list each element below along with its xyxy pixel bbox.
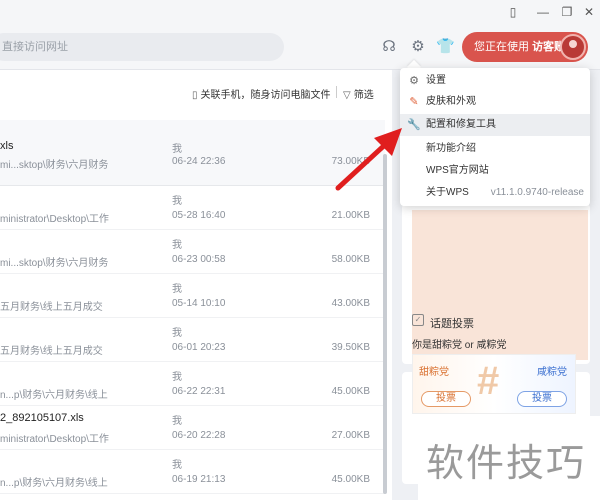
file-size: 21.00KB (331, 210, 370, 221)
menu-item-label: 关于WPS (426, 187, 469, 198)
sweet-label: 甜粽党 (419, 367, 449, 378)
settings-dropdown-menu: ⚙ 设置 ✎ 皮肤和外观 🔧 配置和修复工具 新功能介绍 WPS官方网站 关于W… (400, 68, 590, 206)
table-row[interactable]: ministrator\Desktop\工作 我 05-28 16:40 21.… (0, 186, 385, 230)
table-row[interactable]: 五月财务\线上五月成交 我 06-01 20:23 39.50KB (0, 318, 385, 362)
file-list: xls mi...sktop\财务\六月财务 我 06-24 22:36 73.… (0, 120, 385, 494)
file-path: ministrator\Desktop\工作 (0, 434, 109, 445)
user-account-button[interactable]: 您正在使用 访客账号 (462, 32, 588, 62)
file-size: 43.00KB (331, 298, 370, 309)
version-text: v11.1.0.9740-release (490, 187, 584, 198)
file-path: mi...sktop\财务\六月财务 (0, 258, 109, 269)
list-toolbar: ▯ 关联手机，随身访问电脑文件 ▽ 筛选 (0, 70, 392, 114)
restore-icon[interactable]: ❐ (558, 3, 576, 21)
file-time: 06-24 22:36 (172, 156, 226, 167)
file-owner: 我 (172, 372, 182, 383)
menu-item-label: WPS官方网站 (426, 165, 489, 176)
file-owner: 我 (172, 460, 182, 471)
file-name: 2_892105107.xls (0, 412, 84, 424)
filter-icon: ▽ (343, 90, 351, 101)
menu-item-label: 设置 (426, 75, 446, 86)
file-path: n...p\财务\六月财务\线上 (0, 478, 108, 489)
vote-box: # 甜粽党 咸粽党 投票 投票 (412, 354, 576, 414)
file-path: mi...sktop\财务\六月财务 (0, 160, 109, 171)
file-time: 06-19 21:13 (172, 474, 226, 485)
red-arrow-annotation (335, 128, 402, 191)
menu-item-new-features[interactable]: 新功能介绍 (400, 138, 590, 160)
file-time: 06-01 20:23 (172, 342, 226, 353)
file-owner: 我 (172, 328, 182, 339)
headset-icon[interactable]: ☊ (380, 38, 398, 56)
vote-salty-button[interactable]: 投票 (517, 391, 567, 407)
file-path: 五月财务\线上五月成交 (0, 346, 103, 357)
menu-item-about[interactable]: 关于WPS v11.1.0.9740-release (400, 182, 590, 204)
file-owner: 我 (172, 196, 182, 207)
file-path: n...p\财务\六月财务\线上 (0, 390, 108, 401)
watermark-text: 软件技巧 (426, 441, 587, 485)
file-time: 06-23 00:58 (172, 254, 226, 265)
vote-sweet-button[interactable]: 投票 (421, 391, 471, 407)
minimize-icon[interactable]: — (534, 3, 552, 21)
hash-graphic: # (477, 359, 500, 403)
table-row[interactable]: xls mi...sktop\财务\六月财务 我 06-24 22:36 73.… (0, 120, 385, 186)
menu-item-repair-tool[interactable]: 🔧 配置和修复工具 (400, 114, 590, 136)
phone-icon: ▯ (192, 90, 198, 101)
brush-icon: ✎ (409, 96, 419, 108)
file-path: 五月财务\线上五月成交 (0, 302, 103, 313)
topic-title: 话题投票 (430, 318, 474, 330)
link-phone-label: 关联手机，随身访问电脑文件 (200, 90, 331, 101)
table-row[interactable]: 五月财务\线上五月成交 我 05-14 10:10 43.00KB (0, 274, 385, 318)
file-size: 45.00KB (331, 386, 370, 397)
menu-item-official-site[interactable]: WPS官方网站 (400, 160, 590, 182)
file-size: 39.50KB (331, 342, 370, 353)
table-row[interactable]: mi...sktop\财务\六月财务 我 06-23 00:58 58.00KB (0, 230, 385, 274)
file-owner: 我 (172, 284, 182, 295)
settings-gear-icon[interactable]: ⚙ (409, 38, 427, 56)
close-icon[interactable]: ✕ (580, 3, 598, 21)
gear-icon: ⚙ (409, 75, 419, 87)
vote-icon: ✓ (412, 314, 424, 326)
menu-item-skin[interactable]: ✎ 皮肤和外观 (400, 91, 590, 113)
menu-item-label: 皮肤和外观 (426, 96, 476, 107)
filter-button[interactable]: ▽ 筛选 (343, 86, 374, 101)
title-bar: ▯ — ❐ ✕ (0, 0, 600, 24)
topic-question: 你是甜粽党 or 咸粽党 (412, 340, 507, 351)
table-row[interactable]: n...p\财务\六月财务\线上 我 06-19 21:13 45.00KB (0, 450, 385, 494)
link-phone-button[interactable]: ▯ 关联手机，随身访问电脑文件 (192, 86, 331, 101)
file-time: 06-22 22:31 (172, 386, 226, 397)
file-owner: 我 (172, 240, 182, 251)
file-name: xls (0, 140, 14, 152)
file-size: 45.00KB (331, 474, 370, 485)
table-row[interactable]: n...p\财务\六月财务\线上 我 06-22 22:31 45.00KB (0, 362, 385, 406)
divider (336, 86, 337, 98)
table-row[interactable]: 2_892105107.xls ministrator\Desktop\工作 我… (0, 406, 385, 450)
skin-shirt-icon[interactable]: 👕 (436, 38, 455, 56)
scrollbar[interactable] (383, 154, 387, 494)
user-status-text: 您正在使用 (474, 41, 529, 53)
filter-label: 筛选 (353, 90, 374, 101)
file-time: 05-28 16:40 (172, 210, 226, 221)
file-size: 58.00KB (331, 254, 370, 265)
file-path: ministrator\Desktop\工作 (0, 214, 109, 225)
top-bar: 直接访问网址 ☊ ⚙ 👕 您正在使用 访客账号 (0, 24, 600, 70)
address-input[interactable]: 直接访问网址 (0, 33, 284, 61)
salty-label: 咸粽党 (537, 367, 567, 378)
avatar[interactable] (560, 34, 586, 60)
file-owner: 我 (172, 416, 182, 427)
file-size: 27.00KB (331, 430, 370, 441)
menu-item-settings[interactable]: ⚙ 设置 (400, 70, 590, 92)
file-time: 06-20 22:28 (172, 430, 226, 441)
file-owner: 我 (172, 144, 182, 155)
file-time: 05-14 10:10 (172, 298, 226, 309)
menu-item-label: 配置和修复工具 (426, 119, 496, 130)
menu-item-label: 新功能介绍 (426, 143, 476, 154)
tablet-mode-icon[interactable]: ▯ (504, 3, 522, 21)
